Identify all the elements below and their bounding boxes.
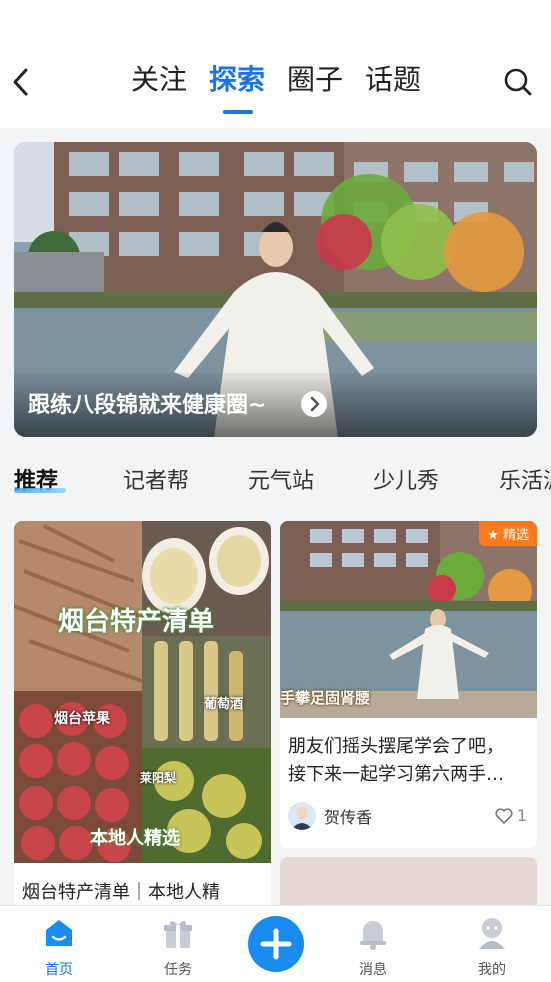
bottom-nav: 首页 任务 消息 我的: [0, 905, 551, 982]
bell-icon: [360, 921, 386, 950]
banner-arrow-icon[interactable]: [301, 391, 327, 417]
card-author[interactable]: 贺传香: [288, 802, 372, 830]
tab-explore[interactable]: 探索: [209, 60, 266, 114]
tab-topics-label: 话题: [365, 63, 422, 96]
tab-explore-label: 探索: [209, 63, 266, 96]
category-reporter[interactable]: 记者帮: [123, 463, 189, 495]
card-title: 烟台特产清单｜本地人精: [22, 882, 220, 903]
category-active-indicator: [14, 488, 66, 493]
plus-icon: [260, 928, 292, 960]
collage-sticker-pear: 莱阳梨: [140, 771, 177, 785]
collage-sticker-local: 本地人精选: [90, 828, 180, 849]
category-kids[interactable]: 少儿秀: [373, 463, 439, 495]
top-header: 关注 探索 圈子 话题: [0, 0, 551, 128]
heart-icon: [495, 807, 513, 824]
like-button[interactable]: 1: [495, 806, 527, 825]
nav-profile-label: 我的: [478, 962, 506, 978]
tab-active-indicator: [223, 110, 254, 114]
tab-follow-label: 关注: [131, 63, 188, 96]
video-caption: 手攀足固肾腰: [280, 689, 371, 707]
home-icon: [46, 920, 72, 946]
nav-tasks[interactable]: 任务: [138, 906, 218, 982]
banner-title: 跟练八段锦就来健康圈~: [28, 393, 267, 418]
gift-icon: [164, 921, 192, 948]
category-tabs: 推荐 记者帮 元气站 少儿秀 乐活派: [0, 455, 551, 505]
nav-messages-label: 消息: [359, 962, 387, 978]
tab-circles-label: 圈子: [287, 63, 344, 96]
tab-topics[interactable]: 话题: [365, 60, 421, 100]
top-tabs: 关注 探索 圈子 话题: [131, 60, 443, 114]
create-post-button[interactable]: [248, 916, 304, 972]
category-lohas[interactable]: 乐活派: [499, 463, 551, 495]
specialties-collage-image: [14, 521, 271, 863]
banner-carousel[interactable]: 跟练八段锦就来健康圈~: [14, 142, 537, 437]
category-vitality[interactable]: 元气站: [248, 463, 314, 495]
featured-badge-label: 精选: [502, 528, 529, 543]
search-icon[interactable]: [503, 66, 533, 98]
like-count: 1: [516, 806, 527, 825]
feed-card-baduanjin[interactable]: ★ 精选 手攀足固肾腰 朋友们摇头摆尾学会了吧， 接下来一起学习第六两手… 贺传…: [280, 521, 537, 848]
nav-home[interactable]: 首页: [19, 906, 99, 982]
nav-messages[interactable]: 消息: [333, 906, 413, 982]
featured-badge: ★ 精选: [479, 521, 537, 546]
nav-profile[interactable]: 我的: [452, 906, 532, 982]
collage-title-text: 烟台特产清单: [58, 607, 215, 637]
author-name: 贺传香: [324, 808, 373, 827]
avatar: [288, 802, 316, 830]
tab-circles[interactable]: 圈子: [287, 60, 343, 100]
collage-sticker-wine: 葡萄酒: [204, 697, 244, 712]
card-title-line2: 接下来一起学习第六两手…: [288, 764, 504, 785]
back-arrow-icon[interactable]: [10, 66, 32, 98]
collage-sticker-apple: 烟台苹果: [54, 711, 110, 727]
feed-card-specialties[interactable]: 烟台特产清单 烟台苹果 葡萄酒 莱阳梨 本地人精选 烟台特产清单｜本地人精: [14, 521, 271, 921]
profile-icon: [479, 918, 505, 949]
tab-follow[interactable]: 关注: [131, 60, 187, 100]
card-title-line1: 朋友们摇头摆尾学会了吧，: [288, 736, 504, 757]
nav-home-label: 首页: [45, 962, 73, 978]
nav-tasks-label: 任务: [164, 962, 192, 978]
